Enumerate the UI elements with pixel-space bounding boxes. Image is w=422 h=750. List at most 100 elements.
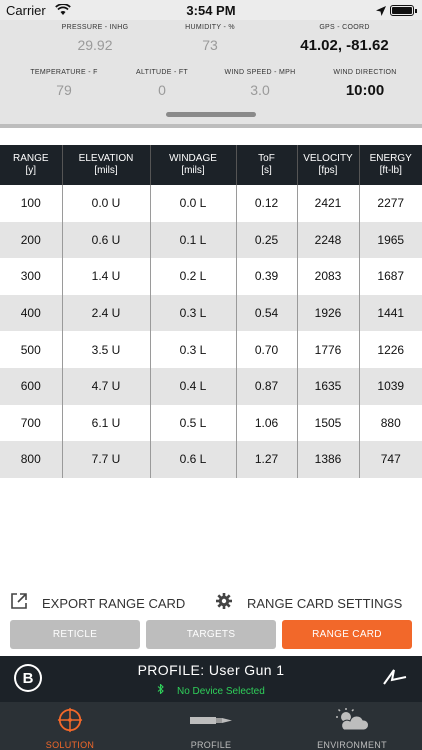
table-row: 200 0.6 U 0.1 L 0.25 2248 1965 — [0, 221, 422, 259]
cell-range: 200 — [0, 221, 63, 259]
cell-windage: 0.6 L — [150, 441, 237, 478]
cell-energy: 1226 — [359, 331, 422, 368]
cell-range: 600 — [0, 367, 63, 405]
cell-range: 100 — [0, 185, 63, 222]
cell-tof: 0.54 — [236, 294, 298, 332]
bottom-nav: SOLUTION PROFILE ENVIRONMENT — [0, 702, 422, 750]
cell-velocity: 1505 — [297, 404, 360, 442]
header-windage: WINDAGE [mils] — [150, 145, 237, 185]
header-range: RANGE [y] — [0, 145, 63, 185]
table-row: 700 6.1 U 0.5 L 1.06 1505 880 — [0, 404, 422, 442]
cell-velocity: 1635 — [297, 367, 360, 405]
wind-speed-item: WIND SPEED - MPH 3.0 — [210, 69, 310, 98]
cell-windage: 0.3 L — [150, 294, 237, 332]
pressure-item: PRESSURE - INHG 29.92 — [40, 24, 150, 53]
header-elevation: ELEVATION [mils] — [62, 145, 151, 185]
device-status[interactable]: No Device Selected — [0, 683, 422, 697]
cell-range: 700 — [0, 404, 63, 442]
cell-windage: 0.1 L — [150, 221, 237, 259]
status-bar: Carrier 3:54 PM — [0, 0, 422, 20]
nav-environment-label: ENVIRONMENT — [317, 740, 387, 750]
nav-profile-label: PROFILE — [190, 740, 232, 750]
cell-energy: 1965 — [359, 221, 422, 259]
range-card-settings-button[interactable]: RANGE CARD SETTINGS — [215, 590, 402, 616]
header-energy: ENERGY [ft-lb] — [359, 145, 422, 185]
cell-energy: 1039 — [359, 367, 422, 405]
environment-panel[interactable]: PRESSURE - INHG 29.92 HUMIDITY - % 73 GP… — [0, 20, 422, 128]
cell-range: 800 — [0, 441, 63, 478]
temperature-item: TEMPERATURE - F 79 — [14, 69, 114, 98]
cell-windage: 0.2 L — [150, 258, 237, 295]
table-row: 600 4.7 U 0.4 L 0.87 1635 1039 — [0, 367, 422, 405]
wind-direction-value: 10:00 — [345, 82, 385, 99]
export-range-card-label: EXPORT RANGE CARD — [42, 595, 186, 611]
temperature-label: TEMPERATURE - F — [30, 69, 98, 76]
cell-windage: 0.3 L — [150, 331, 237, 368]
gps-label: GPS - COORD — [319, 24, 370, 31]
cell-energy: 880 — [359, 404, 422, 442]
cell-velocity: 1386 — [297, 441, 360, 478]
nav-profile[interactable]: PROFILE — [141, 702, 281, 750]
nav-solution-label: SOLUTION — [45, 740, 95, 750]
device-status-label: No Device Selected — [176, 686, 265, 697]
crosshair-icon — [0, 707, 140, 733]
export-icon — [10, 592, 28, 615]
location-arrow-icon — [376, 4, 386, 19]
cell-range: 300 — [0, 258, 63, 295]
wind-speed-value: 3.0 — [250, 82, 270, 98]
cell-elevation: 4.7 U — [62, 367, 151, 405]
cell-velocity: 2248 — [297, 221, 360, 259]
bullet-icon — [141, 707, 281, 733]
profile-title[interactable]: PROFILE: User Gun 1 — [0, 662, 422, 678]
cell-elevation: 0.6 U — [62, 221, 151, 259]
view-tabs: RETICLE TARGETS RANGE CARD — [10, 620, 412, 649]
cell-velocity: 2421 — [297, 185, 360, 222]
cell-tof: 0.12 — [236, 185, 298, 222]
gps-value: 41.02, -81.62 — [300, 37, 389, 54]
cell-elevation: 7.7 U — [62, 441, 151, 478]
cell-tof: 1.06 — [236, 404, 298, 442]
cell-windage: 0.4 L — [150, 367, 237, 405]
nav-environment[interactable]: ENVIRONMENT — [282, 702, 422, 750]
cell-range: 500 — [0, 331, 63, 368]
table-row: 100 0.0 U 0.0 L 0.12 2421 2277 — [0, 185, 422, 222]
wind-direction-label: WIND DIRECTION — [333, 69, 397, 76]
tab-targets[interactable]: TARGETS — [146, 620, 276, 649]
header-tof: ToF [s] — [236, 145, 298, 185]
weather-icon — [282, 707, 422, 733]
cell-windage: 0.0 L — [150, 185, 237, 222]
cell-energy: 1441 — [359, 294, 422, 332]
cell-elevation: 0.0 U — [62, 185, 151, 222]
range-card-actions: EXPORT RANGE CARD RANGE CARD SETTINGS — [0, 590, 422, 616]
cell-tof: 0.87 — [236, 367, 298, 405]
battery-tip — [415, 9, 417, 13]
wind-direction-item: WIND DIRECTION 10:00 — [312, 69, 418, 99]
cell-tof: 1.27 — [236, 441, 298, 478]
export-range-card-button[interactable]: EXPORT RANGE CARD — [10, 590, 185, 616]
cell-tof: 0.39 — [236, 258, 298, 295]
table-row: 400 2.4 U 0.3 L 0.54 1926 1441 — [0, 294, 422, 332]
table-row: 500 3.5 U 0.3 L 0.70 1776 1226 — [0, 331, 422, 368]
cell-tof: 0.25 — [236, 221, 298, 259]
tab-reticle[interactable]: RETICLE — [10, 620, 140, 649]
pressure-value: 29.92 — [77, 37, 113, 53]
signal-logo-icon — [382, 668, 408, 692]
panel-drag-handle[interactable] — [166, 112, 256, 117]
cell-range: 400 — [0, 294, 63, 332]
profile-bar[interactable]: B PROFILE: User Gun 1 No Device Selected — [0, 656, 422, 702]
gps-item: GPS - COORD 41.02, -81.62 — [272, 24, 417, 54]
table-row: 800 7.7 U 0.6 L 1.27 1386 747 — [0, 441, 422, 478]
table-header-row: RANGE [y] ELEVATION [mils] WINDAGE [mils] T… — [0, 145, 422, 185]
cell-velocity: 1776 — [297, 331, 360, 368]
range-card-table: RANGE [y] ELEVATION [mils] WINDAGE [mils] T… — [0, 145, 422, 478]
tab-range-card[interactable]: RANGE CARD — [282, 620, 412, 649]
cell-energy: 747 — [359, 441, 422, 478]
cell-elevation: 2.4 U — [62, 294, 151, 332]
bluetooth-icon — [157, 683, 167, 697]
nav-solution[interactable]: SOLUTION — [0, 702, 140, 750]
altitude-value: 0 — [158, 82, 166, 98]
humidity-value: 73 — [202, 37, 218, 53]
pressure-label: PRESSURE - INHG — [61, 24, 129, 31]
table-row: 300 1.4 U 0.2 L 0.39 2083 1687 — [0, 258, 422, 295]
cell-elevation: 3.5 U — [62, 331, 151, 368]
